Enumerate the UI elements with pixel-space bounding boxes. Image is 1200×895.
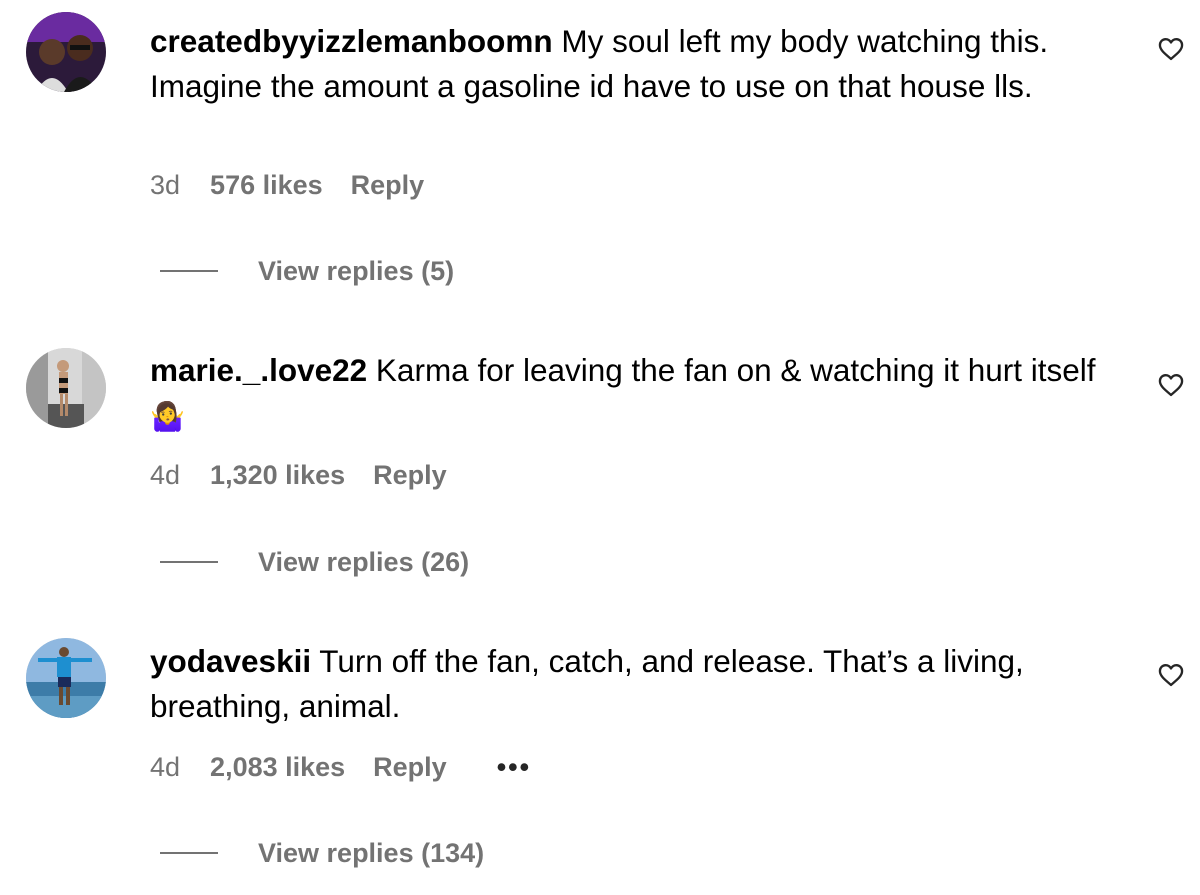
heart-icon[interactable] [1157, 35, 1185, 63]
avatar[interactable] [26, 12, 106, 92]
reply-button[interactable]: Reply [373, 460, 447, 490]
comment-meta: 4d 2,083 likes Reply ••• [150, 752, 559, 782]
view-replies-button[interactable]: View replies (26) [160, 547, 469, 577]
divider-line [160, 269, 218, 272]
reply-button[interactable]: Reply [373, 752, 447, 782]
view-replies-label[interactable]: View replies (134) [258, 838, 484, 868]
comment-body: Karma for leaving the fan on & watching … [375, 352, 1096, 388]
like-count[interactable]: 576 likes [210, 170, 323, 200]
view-replies-button[interactable]: View replies (5) [160, 256, 454, 286]
comment-text: createdbyyizzlemanboomn My soul left my … [150, 19, 1110, 109]
divider-line [160, 560, 218, 563]
like-count[interactable]: 2,083 likes [210, 752, 345, 782]
comment-age: 4d [150, 752, 181, 782]
comment-age: 4d [150, 460, 181, 490]
view-replies-button[interactable]: View replies (134) [160, 838, 484, 868]
comment-age: 3d [150, 170, 181, 200]
view-replies-label[interactable]: View replies (26) [258, 547, 469, 577]
reply-button[interactable]: Reply [351, 170, 425, 200]
comment-text: marie._.love22 Karma for leaving the fan… [150, 348, 1110, 439]
heart-icon[interactable] [1157, 661, 1185, 689]
avatar[interactable] [26, 348, 106, 428]
shrug-emoji: 🤷‍♀️ [150, 401, 185, 432]
view-replies-label[interactable]: View replies (5) [258, 256, 454, 286]
heart-icon[interactable] [1157, 371, 1185, 399]
more-options-icon[interactable]: ••• [497, 752, 531, 782]
divider-line [160, 851, 218, 854]
avatar[interactable] [26, 638, 106, 718]
username[interactable]: yodaveskii [150, 643, 311, 679]
username[interactable]: createdbyyizzlemanboomn [150, 23, 553, 59]
username[interactable]: marie._.love22 [150, 352, 367, 388]
comment-text: yodaveskii Turn off the fan, catch, and … [150, 639, 1110, 729]
like-count[interactable]: 1,320 likes [210, 460, 345, 490]
comment-meta: 4d 1,320 likes Reply [150, 460, 475, 490]
comment-meta: 3d 576 likes Reply [150, 170, 452, 200]
